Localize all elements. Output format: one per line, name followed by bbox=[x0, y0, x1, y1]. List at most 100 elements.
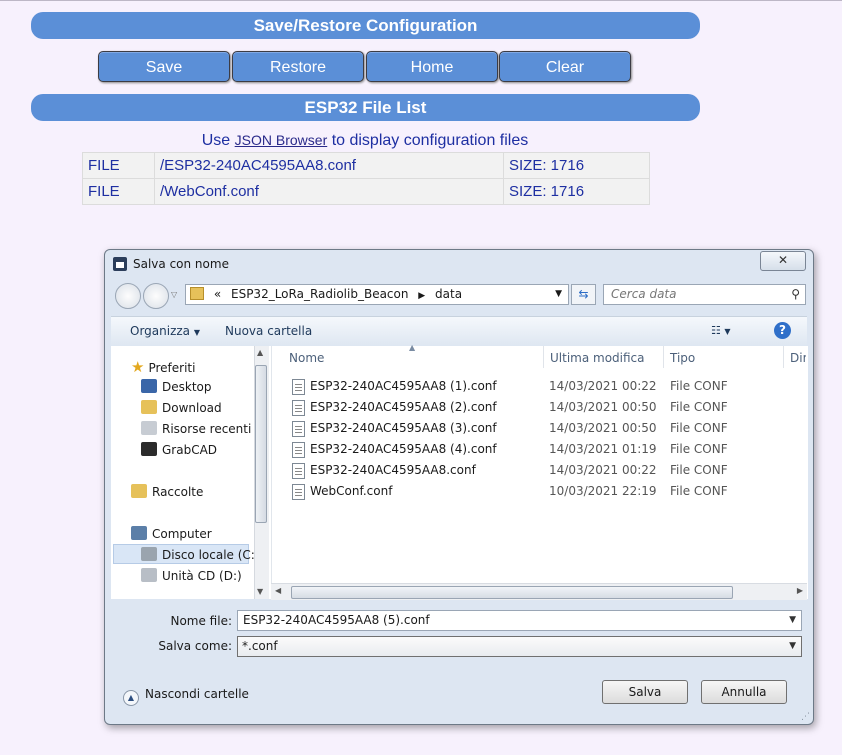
nav-favorites[interactable]: ★ Preferiti bbox=[131, 358, 195, 376]
window-icon bbox=[113, 257, 127, 271]
list-item[interactable]: ESP32-240AC4595AA8 (2).conf 14/03/2021 00… bbox=[290, 397, 800, 418]
toolbar: Organizza ▼ Nuova cartella ☷ ▼ ? bbox=[111, 316, 807, 348]
column-type[interactable]: Tipo bbox=[670, 351, 695, 365]
list-item[interactable]: WebConf.conf 10/03/2021 22:19 File CONF bbox=[290, 481, 800, 502]
file-icon bbox=[292, 421, 305, 437]
scroll-right-icon[interactable]: ▶ bbox=[797, 586, 803, 595]
filename-input[interactable]: ESP32-240AC4595AA8 (5).conf ▼ bbox=[237, 610, 802, 631]
chevron-down-icon[interactable]: ▼ bbox=[789, 637, 796, 656]
hide-folders-toggle[interactable]: ▲ Nascondi cartelle bbox=[123, 687, 249, 706]
close-button[interactable]: ✕ bbox=[760, 251, 806, 271]
new-folder-button[interactable]: Nuova cartella bbox=[225, 324, 312, 338]
recent-pages-chevron-icon[interactable]: ▽ bbox=[171, 290, 177, 299]
filename-value: ESP32-240AC4595AA8 (5).conf bbox=[243, 613, 430, 627]
list-item[interactable]: ESP32-240AC4595AA8 (1).conf 14/03/2021 00… bbox=[290, 376, 800, 397]
search-input[interactable]: Cerca data ⚲ bbox=[603, 284, 806, 305]
address-bar[interactable]: « ESP32_LoRa_Radiolib_Beacon ▶ data ▼ bbox=[185, 284, 569, 305]
nav-libraries[interactable]: Raccolte bbox=[131, 484, 203, 499]
list-item[interactable]: ESP32-240AC4595AA8 (3).conf 14/03/2021 00… bbox=[290, 418, 800, 439]
resize-grip-icon[interactable]: ⋰ bbox=[801, 712, 810, 722]
nav-desktop[interactable]: Desktop bbox=[141, 379, 212, 394]
scroll-up-icon[interactable]: ▲ bbox=[257, 348, 263, 357]
list-horizontal-scrollbar[interactable]: ◀ ▶ bbox=[271, 583, 807, 600]
search-icon: ⚲ bbox=[791, 287, 800, 301]
file-icon bbox=[292, 379, 305, 395]
address-part[interactable]: data bbox=[435, 287, 462, 301]
hint-before: Use bbox=[201, 132, 231, 149]
file-size: SIZE: 1716 bbox=[503, 152, 650, 179]
column-modified[interactable]: Ultima modifica bbox=[550, 351, 645, 365]
breadcrumb-arrow-icon[interactable]: ▶ bbox=[418, 291, 425, 301]
file-icon bbox=[292, 484, 305, 500]
list-scroll-thumb[interactable] bbox=[291, 586, 733, 599]
hint-text: Use JSON Browser to display configuratio… bbox=[0, 132, 730, 150]
list-item[interactable]: ESP32-240AC4595AA8.conf 14/03/2021 00:22 F… bbox=[290, 460, 800, 481]
column-separator bbox=[663, 346, 664, 368]
address-prefix: « bbox=[213, 287, 222, 301]
chevron-down-icon[interactable]: ▼ bbox=[555, 285, 562, 304]
forward-icon[interactable] bbox=[143, 283, 169, 309]
grabcad-icon bbox=[141, 442, 157, 456]
file-path: /WebConf.conf bbox=[154, 178, 504, 205]
download-folder-icon bbox=[141, 400, 157, 414]
column-dim[interactable]: Dim bbox=[790, 351, 806, 365]
dialog-title: Salva con nome bbox=[133, 257, 229, 271]
saveas-label: Salva come: bbox=[158, 639, 232, 653]
saveas-value: *.conf bbox=[242, 639, 278, 653]
nav-local-disk[interactable]: Disco locale (C:) bbox=[141, 547, 260, 562]
address-part[interactable]: ESP32_LoRa_Radiolib_Beacon bbox=[231, 287, 408, 301]
file-icon bbox=[292, 442, 305, 458]
sort-arrow-icon: ▲ bbox=[409, 343, 416, 352]
column-separator bbox=[783, 346, 784, 368]
scroll-down-icon[interactable]: ▼ bbox=[257, 587, 263, 596]
nav-cd-drive[interactable]: Unità CD (D:) bbox=[141, 568, 242, 583]
nav-recent[interactable]: Risorse recenti bbox=[141, 421, 251, 436]
table-row: FILE /ESP32-240AC4595AA8.conf SIZE: 1716 bbox=[82, 152, 650, 179]
save-button[interactable]: Save bbox=[98, 51, 230, 82]
scroll-left-icon[interactable]: ◀ bbox=[275, 586, 281, 595]
folder-icon bbox=[190, 287, 204, 300]
nav-grabcad[interactable]: GrabCAD bbox=[141, 442, 217, 457]
dialog-cancel-button[interactable]: Annulla bbox=[701, 680, 787, 704]
recent-places-icon bbox=[141, 421, 157, 435]
filename-label: Nome file: bbox=[170, 614, 232, 628]
json-browser-link[interactable]: JSON Browser bbox=[235, 132, 328, 148]
table-row: FILE /WebConf.conf SIZE: 1716 bbox=[82, 178, 650, 205]
column-separator bbox=[543, 346, 544, 368]
chevron-up-icon: ▲ bbox=[123, 690, 139, 706]
view-options-icon[interactable]: ☷ ▼ bbox=[711, 324, 731, 337]
restore-button[interactable]: Restore bbox=[232, 51, 364, 82]
file-kind: FILE bbox=[82, 178, 155, 205]
hard-drive-icon bbox=[141, 547, 157, 561]
clear-button[interactable]: Clear bbox=[499, 51, 631, 82]
chevron-down-icon[interactable]: ▼ bbox=[789, 611, 796, 630]
organize-menu[interactable]: Organizza ▼ bbox=[130, 324, 200, 338]
file-icon bbox=[292, 400, 305, 416]
file-size: SIZE: 1716 bbox=[503, 178, 650, 205]
star-icon: ★ bbox=[131, 358, 145, 376]
libraries-icon bbox=[131, 484, 147, 498]
home-button[interactable]: Home bbox=[366, 51, 498, 82]
computer-icon bbox=[131, 526, 147, 540]
save-as-dialog: Salva con nome ✕ ▽ « ESP32_LoRa_Radiolib… bbox=[104, 249, 814, 725]
dialog-save-button[interactable]: Salva bbox=[602, 680, 688, 704]
refresh-icon[interactable]: ⇆ bbox=[571, 284, 596, 305]
file-kind: FILE bbox=[82, 152, 155, 179]
file-list-header: ESP32 File List bbox=[31, 94, 700, 121]
config-header: Save/Restore Configuration bbox=[31, 12, 700, 39]
back-icon[interactable] bbox=[115, 283, 141, 309]
top-border bbox=[0, 0, 842, 1]
file-path: /ESP32-240AC4595AA8.conf bbox=[154, 152, 504, 179]
list-item[interactable]: ESP32-240AC4595AA8 (4).conf 14/03/2021 01… bbox=[290, 439, 800, 460]
file-icon bbox=[292, 463, 305, 479]
hint-after: to display configuration files bbox=[331, 132, 529, 149]
desktop-icon bbox=[141, 379, 157, 393]
search-placeholder: Cerca data bbox=[611, 287, 677, 301]
cd-drive-icon bbox=[141, 568, 157, 582]
nav-download[interactable]: Download bbox=[141, 400, 222, 415]
help-icon[interactable]: ? bbox=[774, 322, 791, 339]
nav-scroll-thumb[interactable] bbox=[255, 365, 267, 523]
saveas-select[interactable]: *.conf ▼ bbox=[237, 636, 802, 657]
column-name[interactable]: Nome bbox=[289, 351, 324, 365]
nav-computer[interactable]: Computer bbox=[131, 526, 212, 541]
